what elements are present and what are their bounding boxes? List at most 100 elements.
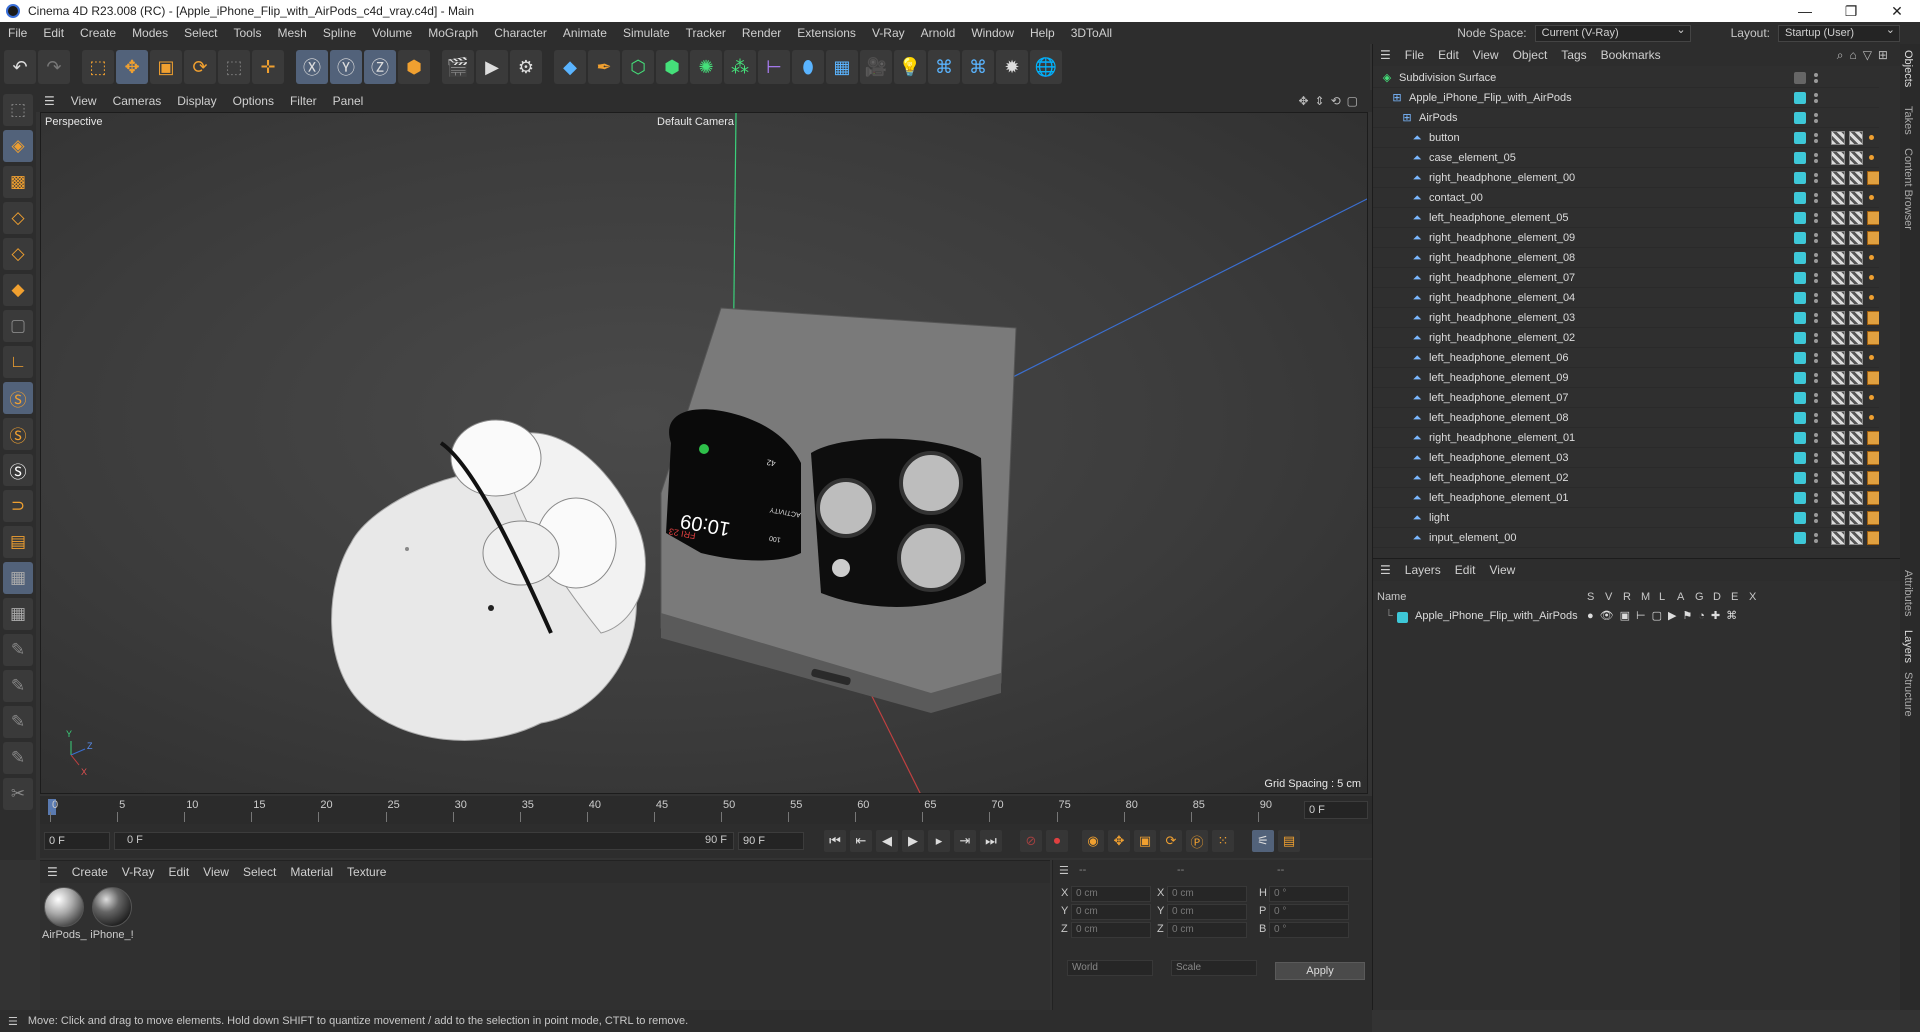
menu-tracker[interactable]: Tracker: [678, 26, 734, 40]
deformer-button[interactable]: ⊢: [758, 50, 790, 84]
next-key-button[interactable]: ⇥: [954, 830, 976, 852]
uvw-tag-icon[interactable]: [1849, 370, 1863, 385]
selection-tag-icon[interactable]: [1869, 395, 1874, 400]
object-row[interactable]: ⏶ right_headphone_element_00: [1373, 168, 1879, 188]
coordinate-system-button[interactable]: ⬢: [398, 50, 430, 84]
layer-color-badge[interactable]: [1794, 531, 1806, 544]
visibility-dots[interactable]: [1813, 251, 1819, 265]
maximize-button[interactable]: ❐: [1828, 3, 1874, 20]
layer-menu-layers[interactable]: Layers: [1398, 563, 1448, 577]
menu-tools[interactable]: Tools: [225, 26, 269, 40]
object-menu-edit[interactable]: Edit: [1431, 48, 1466, 62]
grid-button[interactable]: ▦: [3, 562, 33, 594]
material-tag-icon[interactable]: [1867, 430, 1879, 445]
object-name[interactable]: AirPods: [1419, 112, 1458, 124]
uvw-tag-icon[interactable]: [1849, 250, 1863, 265]
object-menu-view[interactable]: View: [1466, 48, 1506, 62]
viewport-menu-view[interactable]: View: [63, 94, 105, 108]
material-menu-material[interactable]: Material: [283, 865, 340, 879]
prev-frame-button[interactable]: ◀: [876, 830, 898, 852]
layer-color-badge[interactable]: [1794, 451, 1806, 464]
layer-col-flag[interactable]: M: [1641, 591, 1650, 603]
polygon-mode-button[interactable]: ◆: [3, 274, 33, 306]
object-row[interactable]: ⊞ Apple_iPhone_Flip_with_AirPods: [1373, 88, 1879, 108]
key-scale-button[interactable]: ▣: [1134, 830, 1156, 852]
object-name[interactable]: light: [1429, 512, 1449, 524]
object-name[interactable]: left_headphone_element_01: [1429, 492, 1568, 504]
visibility-dots[interactable]: [1813, 371, 1819, 385]
menu-volume[interactable]: Volume: [364, 26, 420, 40]
phong-tag-icon[interactable]: [1831, 310, 1845, 325]
material-tag-icon[interactable]: [1867, 490, 1879, 505]
scale-tool-button[interactable]: ▣: [150, 50, 182, 84]
layout-select[interactable]: Startup (User): [1778, 23, 1900, 42]
brush-button[interactable]: ✎: [3, 706, 33, 738]
layer-hamburger-icon[interactable]: ☰: [1373, 563, 1398, 577]
material-tag-icon[interactable]: [1867, 170, 1879, 185]
selection-tag-icon[interactable]: [1869, 355, 1874, 360]
knife-button[interactable]: ✂: [3, 778, 33, 810]
menu-simulate[interactable]: Simulate: [615, 26, 678, 40]
next-frame-button[interactable]: ▸: [928, 830, 950, 852]
uvw-tag-icon[interactable]: [1849, 470, 1863, 485]
object-name[interactable]: input_element_00: [1429, 532, 1516, 544]
key-pla-button[interactable]: ⁙: [1212, 830, 1234, 852]
visibility-dots[interactable]: [1813, 111, 1819, 125]
object-name[interactable]: left_headphone_element_07: [1429, 392, 1568, 404]
visibility-dots[interactable]: [1813, 131, 1819, 145]
object-name[interactable]: right_headphone_element_03: [1429, 312, 1575, 324]
menu-vray[interactable]: V-Ray: [864, 26, 913, 40]
visibility-dots[interactable]: [1813, 331, 1819, 345]
layer-col-flag[interactable]: R: [1623, 591, 1631, 603]
menu-edit[interactable]: Edit: [35, 26, 72, 40]
layer-color-badge[interactable]: [1794, 111, 1806, 124]
timeline-ruler[interactable]: 0 5 10 15 20 25 30 35 40 45 50 55 60 65 70 75 80 85 90 0 F: [40, 796, 1372, 824]
object-name[interactable]: contact_00: [1429, 192, 1483, 204]
material-swatch-airpods[interactable]: AirPods_: [42, 887, 87, 945]
uvw-tag-icon[interactable]: [1849, 490, 1863, 505]
side-tab-structure[interactable]: Structure: [1902, 672, 1914, 717]
coord-value-field[interactable]: 0 °: [1269, 922, 1349, 938]
uvw-tag-icon[interactable]: [1849, 390, 1863, 405]
object-name[interactable]: left_headphone_element_06: [1429, 352, 1568, 364]
layer-color-badge[interactable]: [1794, 391, 1806, 404]
viewport-menu-options[interactable]: Options: [225, 94, 282, 108]
layer-color-badge[interactable]: [1794, 271, 1806, 284]
preview-range-slider[interactable]: 0 F 90 F: [114, 832, 734, 850]
layer-col-name[interactable]: Name: [1377, 591, 1406, 603]
axis-mode-button[interactable]: ∟: [3, 346, 33, 378]
uvw-tag-icon[interactable]: [1849, 130, 1863, 145]
menu-3dtoall[interactable]: 3DToAll: [1063, 26, 1120, 40]
z-axis-lock-button[interactable]: Ⓩ: [364, 50, 396, 84]
rotate-tool-button[interactable]: ⟳: [184, 50, 216, 84]
uvw-tag-icon[interactable]: [1849, 170, 1863, 185]
coord-value-field[interactable]: 0 °: [1269, 886, 1349, 902]
layer-color-badge[interactable]: [1794, 471, 1806, 484]
object-row[interactable]: ⏶ right_headphone_element_07: [1373, 268, 1879, 288]
uvw-tag-icon[interactable]: [1849, 290, 1863, 305]
material-menu-vray[interactable]: V-Ray: [115, 865, 162, 879]
viewport-nav-icons[interactable]: ✥⇕⟲▢: [1298, 94, 1372, 108]
layer-col-flag[interactable]: S: [1587, 591, 1594, 603]
viewport-menu-filter[interactable]: Filter: [282, 94, 325, 108]
visibility-dots[interactable]: [1813, 531, 1819, 545]
motion-mode-button[interactable]: ⚟: [1252, 830, 1274, 852]
object-row[interactable]: ⊞ AirPods: [1373, 108, 1879, 128]
y-axis-lock-button[interactable]: Ⓨ: [330, 50, 362, 84]
visibility-dots[interactable]: [1813, 391, 1819, 405]
model-mode-button[interactable]: ◈: [3, 130, 33, 162]
paint-button[interactable]: ✎: [3, 670, 33, 702]
uvw-tag-icon[interactable]: [1849, 510, 1863, 525]
object-menu-file[interactable]: File: [1398, 48, 1431, 62]
material-tag-icon[interactable]: [1867, 330, 1879, 345]
material-tag-icon[interactable]: [1867, 210, 1879, 225]
object-row[interactable]: ⏶ left_headphone_element_09: [1373, 368, 1879, 388]
side-tab-layers[interactable]: Layers: [1902, 630, 1914, 663]
menu-character[interactable]: Character: [486, 26, 555, 40]
visibility-dots[interactable]: [1813, 491, 1819, 505]
phong-tag-icon[interactable]: [1831, 170, 1845, 185]
layer-color-badge[interactable]: [1794, 171, 1806, 184]
timeline-window-button[interactable]: ▤: [1278, 830, 1300, 852]
side-tab-attributes[interactable]: Attributes: [1902, 570, 1914, 616]
selection-tag-icon[interactable]: [1869, 295, 1874, 300]
